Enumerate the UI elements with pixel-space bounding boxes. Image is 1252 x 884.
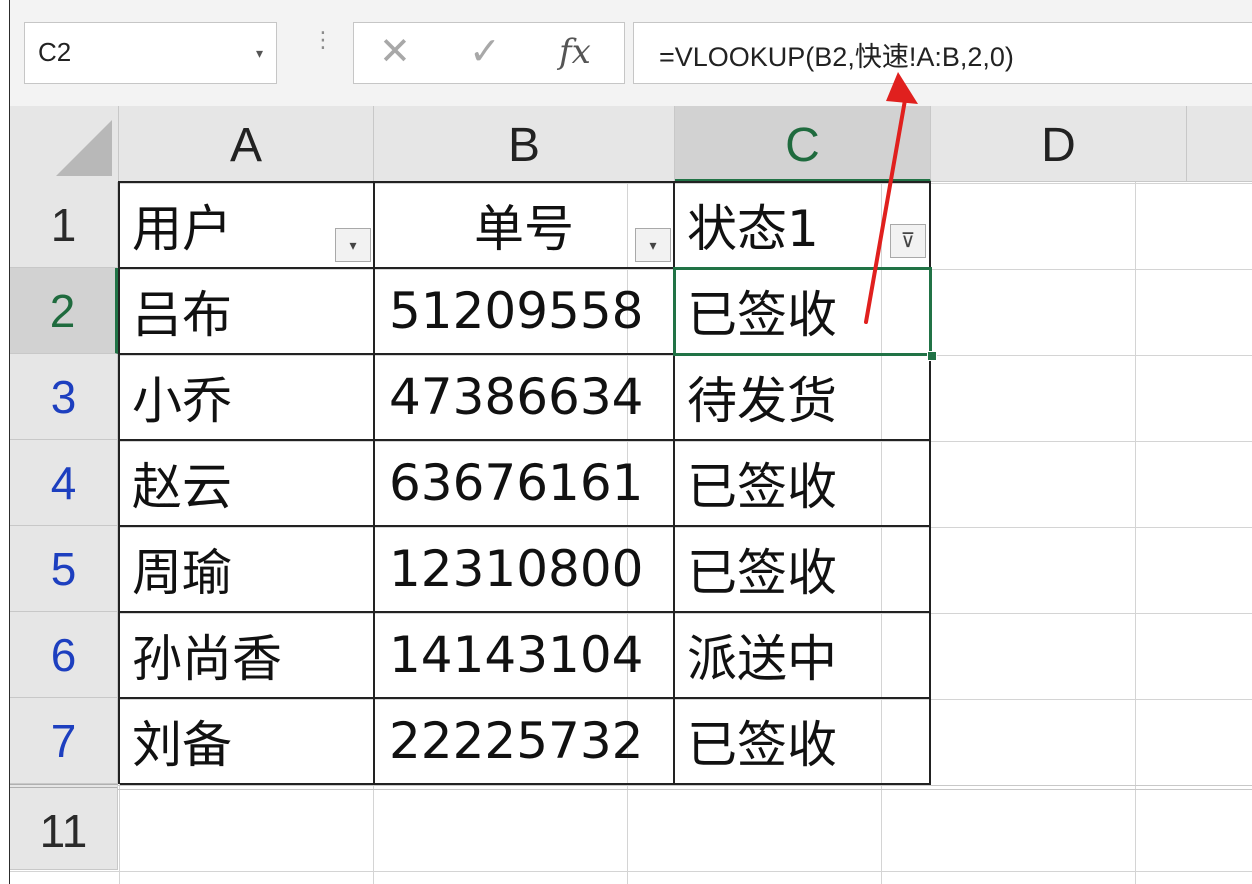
annotation-arrow [864, 72, 918, 324]
arrow-line [864, 98, 907, 324]
arrow-head-icon [886, 72, 918, 104]
